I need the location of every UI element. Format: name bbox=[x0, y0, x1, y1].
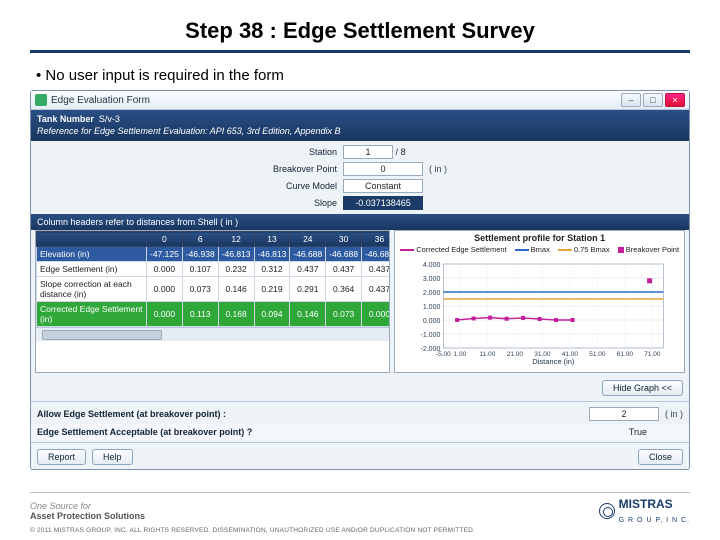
reference-text: Reference for Edge Settlement Evaluation… bbox=[37, 126, 683, 138]
legend-item: Bmax bbox=[515, 245, 550, 254]
svg-text:21.00: 21.00 bbox=[507, 351, 524, 358]
svg-text:51.00: 51.00 bbox=[589, 351, 606, 358]
column-header-bar: Column headers refer to distances from S… bbox=[31, 214, 689, 230]
page-title: Step 38 : Edge Settlement Survey bbox=[30, 18, 690, 50]
breakover-unit: ( in ) bbox=[429, 164, 447, 174]
slope-value: -0.037138465 bbox=[343, 196, 423, 210]
legend-item: 0.75 Bmax bbox=[558, 245, 610, 254]
brand-logo: MISTRAS G R O U P, I N C. bbox=[599, 497, 690, 525]
chart-legend: Corrected Edge Settlement Bmax 0.75 Bmax Br… bbox=[399, 245, 680, 254]
chart-plot: -2.000-1.0000.0001.0002.0003.0004.000-5.… bbox=[399, 256, 680, 366]
brand-tagline: One Source for Asset Protection Solution… bbox=[30, 501, 145, 521]
help-button[interactable]: Help bbox=[92, 449, 133, 465]
tank-number-value: S/v-3 bbox=[99, 114, 120, 124]
app-window: Edge Evaluation Form – □ × Tank Number S… bbox=[30, 90, 690, 470]
svg-text:61.00: 61.00 bbox=[617, 351, 634, 358]
slide-footer: One Source for Asset Protection Solution… bbox=[30, 492, 690, 534]
station-input[interactable]: 1 bbox=[343, 145, 393, 159]
controls-panel: Station 1 / 8 Breakover Point 0 ( in ) C… bbox=[31, 141, 689, 214]
legend-item: Corrected Edge Settlement bbox=[400, 245, 506, 254]
copyright-text: © 2011 MISTRAS GROUP, INC. ALL RIGHTS RE… bbox=[30, 527, 690, 534]
svg-text:3.000: 3.000 bbox=[423, 276, 441, 283]
minimize-button[interactable]: – bbox=[621, 93, 641, 107]
form-header: Tank Number S/v-3 Reference for Edge Set… bbox=[31, 110, 689, 141]
table-header: 36 bbox=[362, 232, 391, 247]
svg-text:71.00: 71.00 bbox=[644, 351, 661, 358]
curve-model-select[interactable]: Constant bbox=[343, 179, 423, 193]
window-title: Edge Evaluation Form bbox=[51, 95, 621, 106]
station-label: Station bbox=[273, 147, 337, 157]
svg-text:1.00: 1.00 bbox=[454, 351, 467, 358]
svg-text:-5.00: -5.00 bbox=[436, 351, 451, 358]
intro-bullet: • No user input is required in the form bbox=[30, 63, 690, 90]
svg-text:Distance (in): Distance (in) bbox=[533, 357, 576, 366]
data-table: 06121324303642Elevation (in)-47.125-46.9… bbox=[36, 231, 390, 327]
table-row: Corrected Edge Settlement (in)0.0000.113… bbox=[37, 302, 391, 327]
window-titlebar: Edge Evaluation Form – □ × bbox=[31, 91, 689, 110]
hide-graph-button[interactable]: Hide Graph << bbox=[602, 380, 683, 396]
report-button[interactable]: Report bbox=[37, 449, 86, 465]
breakover-label: Breakover Point bbox=[273, 164, 337, 174]
scroll-thumb[interactable] bbox=[42, 330, 162, 340]
table-row: Elevation (in)-47.125-46.938-46.813-46.8… bbox=[37, 247, 391, 262]
table-header: 13 bbox=[254, 232, 290, 247]
station-total: 8 bbox=[401, 147, 406, 157]
allow-edge-value: 2 bbox=[589, 407, 659, 421]
svg-text:-1.000: -1.000 bbox=[421, 332, 441, 339]
svg-text:0.000: 0.000 bbox=[423, 318, 441, 325]
curve-model-label: Curve Model bbox=[273, 181, 337, 191]
allow-edge-label: Allow Edge Settlement (at breakover poin… bbox=[37, 409, 226, 419]
title-rule bbox=[30, 50, 690, 53]
svg-text:11.00: 11.00 bbox=[480, 351, 496, 358]
logo-icon bbox=[599, 503, 615, 519]
svg-text:2.000: 2.000 bbox=[423, 290, 441, 297]
table-row: Edge Settlement (in)0.0000.1070.2320.312… bbox=[37, 262, 391, 277]
acceptable-value: True bbox=[629, 427, 647, 437]
close-button[interactable]: Close bbox=[638, 449, 683, 465]
slope-label: Slope bbox=[273, 198, 337, 208]
table-header bbox=[37, 232, 147, 247]
tank-number-label: Tank Number bbox=[37, 114, 94, 124]
data-table-wrap: 06121324303642Elevation (in)-47.125-46.9… bbox=[35, 230, 390, 373]
allow-edge-unit: ( in ) bbox=[665, 409, 683, 419]
table-header: 30 bbox=[326, 232, 362, 247]
table-header: 0 bbox=[147, 232, 183, 247]
legend-item: Breakover Point bbox=[618, 245, 679, 254]
app-icon bbox=[35, 94, 47, 106]
table-row: Slope correction at each distance (in)0.… bbox=[37, 277, 391, 302]
close-window-button[interactable]: × bbox=[665, 93, 685, 107]
svg-text:1.000: 1.000 bbox=[423, 304, 441, 311]
h-scrollbar[interactable] bbox=[36, 327, 389, 341]
maximize-button[interactable]: □ bbox=[643, 93, 663, 107]
station-sep: / bbox=[396, 147, 399, 157]
acceptable-label: Edge Settlement Acceptable (at breakover… bbox=[37, 427, 252, 437]
table-header: 24 bbox=[290, 232, 326, 247]
breakover-input[interactable]: 0 bbox=[343, 162, 423, 176]
table-header: 12 bbox=[218, 232, 254, 247]
svg-text:4.000: 4.000 bbox=[423, 262, 441, 269]
chart-panel: Settlement profile for Station 1 Correct… bbox=[394, 230, 685, 373]
chart-title: Settlement profile for Station 1 bbox=[399, 233, 680, 243]
table-header: 6 bbox=[182, 232, 218, 247]
